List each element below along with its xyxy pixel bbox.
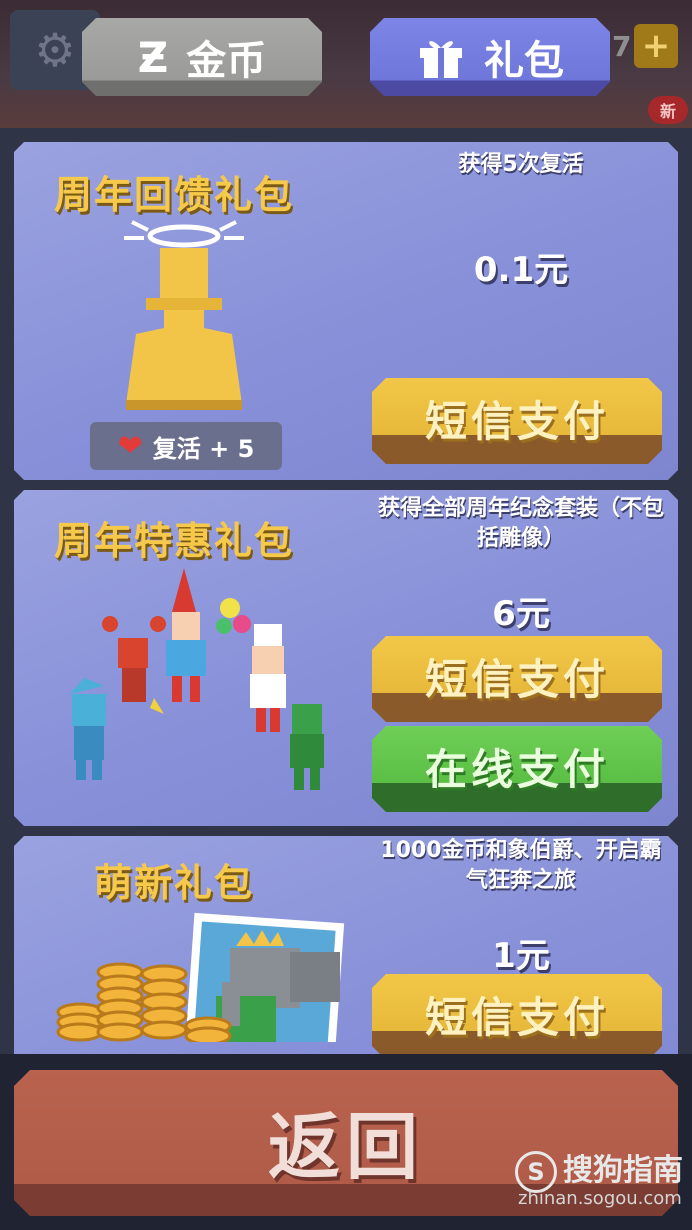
revive-statue-icon [114, 214, 254, 414]
sms-pay-button[interactable]: 短信支付 [372, 636, 662, 722]
revive-count-badge: ❤ 复活 + 5 [90, 422, 282, 470]
new-badge: 新 [648, 96, 688, 124]
pack-title: 周年回馈礼包 [54, 173, 295, 217]
sms-pay-button[interactable]: 短信支付 [372, 974, 662, 1054]
sogou-logo-icon: S [515, 1150, 557, 1193]
pack-price: 0.1元 [473, 250, 569, 290]
pack-price: 6元 [492, 594, 550, 634]
pack-price: 1元 [492, 936, 550, 976]
pack-description: 1000金币和象伯爵、开启霸气狂奔之旅 [380, 838, 662, 893]
pack-description: 获得5次复活 [458, 152, 584, 177]
tab-coins-label: 金币 [186, 38, 267, 84]
online-pay-button[interactable]: 在线支付 [372, 726, 662, 812]
revive-count-label: 复活 + 5 [152, 434, 255, 463]
sms-pay-button[interactable]: 短信支付 [372, 378, 662, 464]
pack-description: 获得全部周年纪念套装（不包括雕像） [377, 496, 664, 551]
heart-icon: ❤ [117, 428, 143, 464]
costume-characters-icon [54, 568, 334, 808]
back-button-label: 返回 [267, 1105, 424, 1189]
gift-pack-list[interactable]: 周年回馈礼包 ❤ 复活 + 5 获得5次复活 0.1元 短信支付 周年特惠礼包 [0, 128, 692, 1054]
currency-z-icon: Ƶ [137, 32, 169, 82]
pack-card-anniversary-feedback: 周年回馈礼包 ❤ 复活 + 5 获得5次复活 0.1元 短信支付 [14, 142, 678, 480]
tab-coins[interactable]: Ƶ 金币 [82, 18, 322, 96]
gift-box-icon [416, 34, 466, 80]
pack-card-newbie: 萌新礼包 1000金币和象伯爵、开启霸气狂奔之旅 1元 短信支付 [14, 836, 678, 1054]
count-text: 7 [612, 30, 632, 63]
tab-gift-label: 礼包 [484, 38, 564, 84]
watermark-url: zhinan.sogou.com [518, 1188, 682, 1209]
watermark-text: 搜狗指南 [563, 1153, 683, 1188]
watermark: S 搜狗指南 [515, 1145, 683, 1193]
pack-title: 周年特惠礼包 [54, 519, 295, 563]
online-pay-label: 在线支付 [424, 745, 609, 794]
top-bar: ⚙ Ƶ 金币 礼包 7 + 新 [0, 0, 692, 128]
plus-icon: + [641, 26, 671, 66]
tab-gift[interactable]: 礼包 [370, 18, 610, 96]
pack-card-anniversary-special: 周年特惠礼包 获得全部周年纪念套装（不包括雕像） 6元 短信支付 在线支付 [14, 490, 678, 826]
sms-pay-label: 短信支付 [424, 397, 609, 446]
sms-pay-label: 短信支付 [424, 993, 609, 1042]
sms-pay-label: 短信支付 [424, 655, 609, 704]
pack-title: 萌新礼包 [94, 861, 255, 905]
add-plus-button[interactable]: + [634, 24, 678, 68]
coins-elephant-icon [40, 912, 370, 1042]
